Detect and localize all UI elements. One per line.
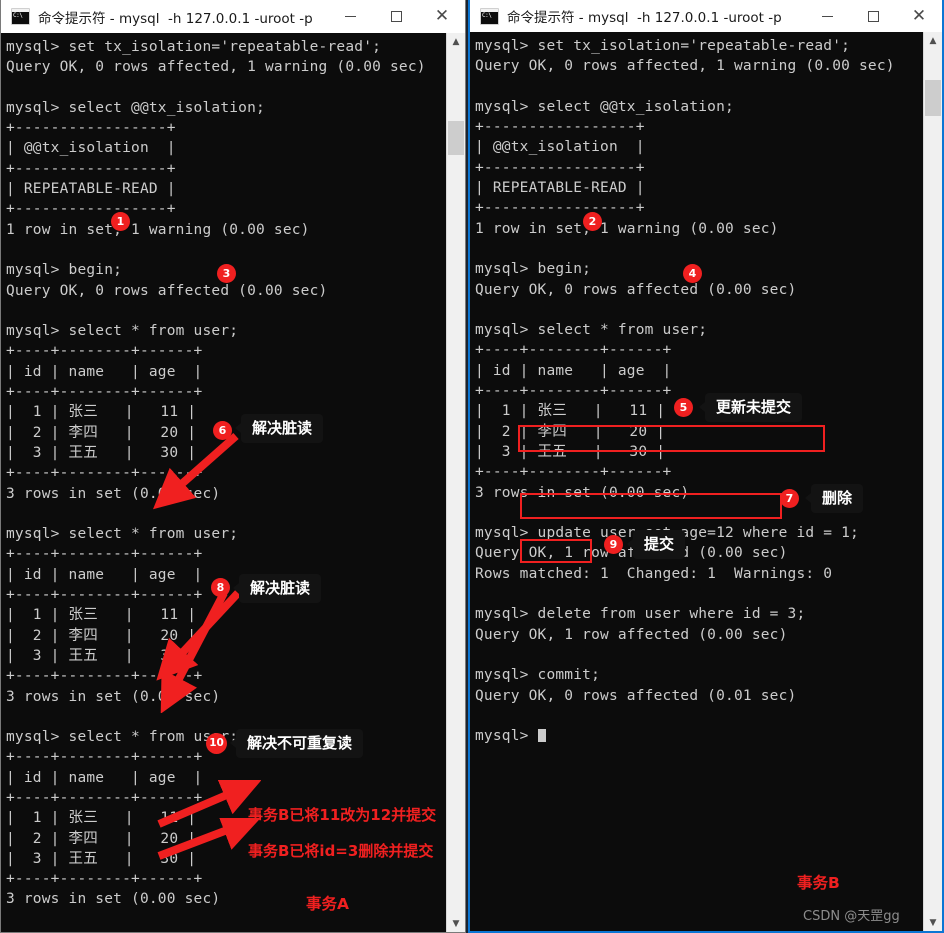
badge-4: 4	[683, 264, 702, 283]
scroll-down-icon[interactable]: ▼	[447, 915, 465, 932]
badge-2: 2	[583, 212, 602, 231]
callout-solve-non-repeatable-read: 解决不可重复读	[229, 729, 364, 758]
callout-commit: 提交	[626, 530, 686, 559]
arrow-to-note-deleted	[157, 818, 261, 860]
badge-6: 6	[213, 421, 232, 440]
close-icon[interactable]: ✕	[896, 0, 942, 32]
badge-3: 3	[217, 264, 236, 283]
note-changed-11-to-12: 事务B已将11改为12并提交	[248, 806, 437, 824]
close-icon[interactable]: ✕	[419, 0, 465, 33]
titlebar-left[interactable]: 命令提示符 - mysql -h 127.0.0.1 -uroot -p ✕	[1, 0, 465, 33]
highlight-delete-statement	[520, 493, 782, 519]
scroll-up-icon[interactable]: ▲	[924, 32, 942, 49]
badge-1: 1	[111, 212, 130, 231]
console-output-right[interactable]: mysql> set tx_isolation='repeatable-read…	[470, 32, 942, 931]
badge-10: 10	[206, 733, 227, 754]
terminal-text-right: mysql> set tx_isolation='repeatable-read…	[475, 36, 895, 746]
window-transaction-b[interactable]: 命令提示符 - mysql -h 127.0.0.1 -uroot -p ✕ m…	[468, 0, 944, 933]
titlebar-right[interactable]: 命令提示符 - mysql -h 127.0.0.1 -uroot -p ✕	[470, 0, 942, 32]
callout-solve-dirty-read-2: 解决脏读	[232, 574, 322, 603]
minimize-button[interactable]	[804, 0, 850, 32]
callout-solve-dirty-read-1: 解决脏读	[234, 414, 324, 443]
cmd-console-icon	[480, 7, 499, 25]
scroll-down-icon[interactable]: ▼	[924, 914, 942, 931]
arrow-to-age-1	[153, 433, 239, 510]
transaction-b-label: 事务B	[797, 874, 840, 892]
window-controls-left: ✕	[327, 0, 465, 33]
highlight-update-statement	[518, 425, 825, 452]
arrow-to-age-2b	[160, 591, 228, 713]
window-title-right: 命令提示符 - mysql -h 127.0.0.1 -uroot -p	[507, 10, 782, 26]
note-deleted-id-3: 事务B已将id=3删除并提交	[248, 842, 434, 860]
maximize-button[interactable]	[373, 0, 419, 33]
text-cursor	[537, 729, 546, 743]
minimize-button[interactable]	[327, 0, 373, 33]
highlight-commit-statement	[520, 539, 592, 563]
transaction-a-label: 事务A	[306, 895, 349, 913]
scrollbar-right[interactable]: ▲ ▼	[923, 32, 942, 931]
callout-delete: 删除	[804, 484, 864, 513]
scrollbar-thumb-left[interactable]	[448, 121, 464, 155]
badge-9: 9	[604, 535, 623, 554]
terminal-body-right: mysql> set tx_isolation='repeatable-read…	[475, 38, 895, 745]
maximize-button[interactable]	[850, 0, 896, 32]
cmd-console-icon	[11, 8, 30, 25]
csdn-watermark: CSDN @天罡gg	[803, 909, 900, 924]
badge-7: 7	[780, 489, 799, 508]
badge-5: 5	[674, 398, 693, 417]
window-controls-right: ✕	[804, 0, 942, 32]
window-transaction-a[interactable]: 命令提示符 - mysql -h 127.0.0.1 -uroot -p ✕ m…	[0, 0, 466, 933]
callout-update-uncommitted: 更新未提交	[698, 393, 803, 422]
window-title-left: 命令提示符 - mysql -h 127.0.0.1 -uroot -p	[38, 10, 313, 27]
badge-8: 8	[211, 578, 230, 597]
scroll-up-icon[interactable]: ▲	[447, 33, 465, 50]
scrollbar-thumb-right[interactable]	[925, 80, 941, 116]
scrollbar-left[interactable]: ▲ ▼	[446, 33, 465, 932]
